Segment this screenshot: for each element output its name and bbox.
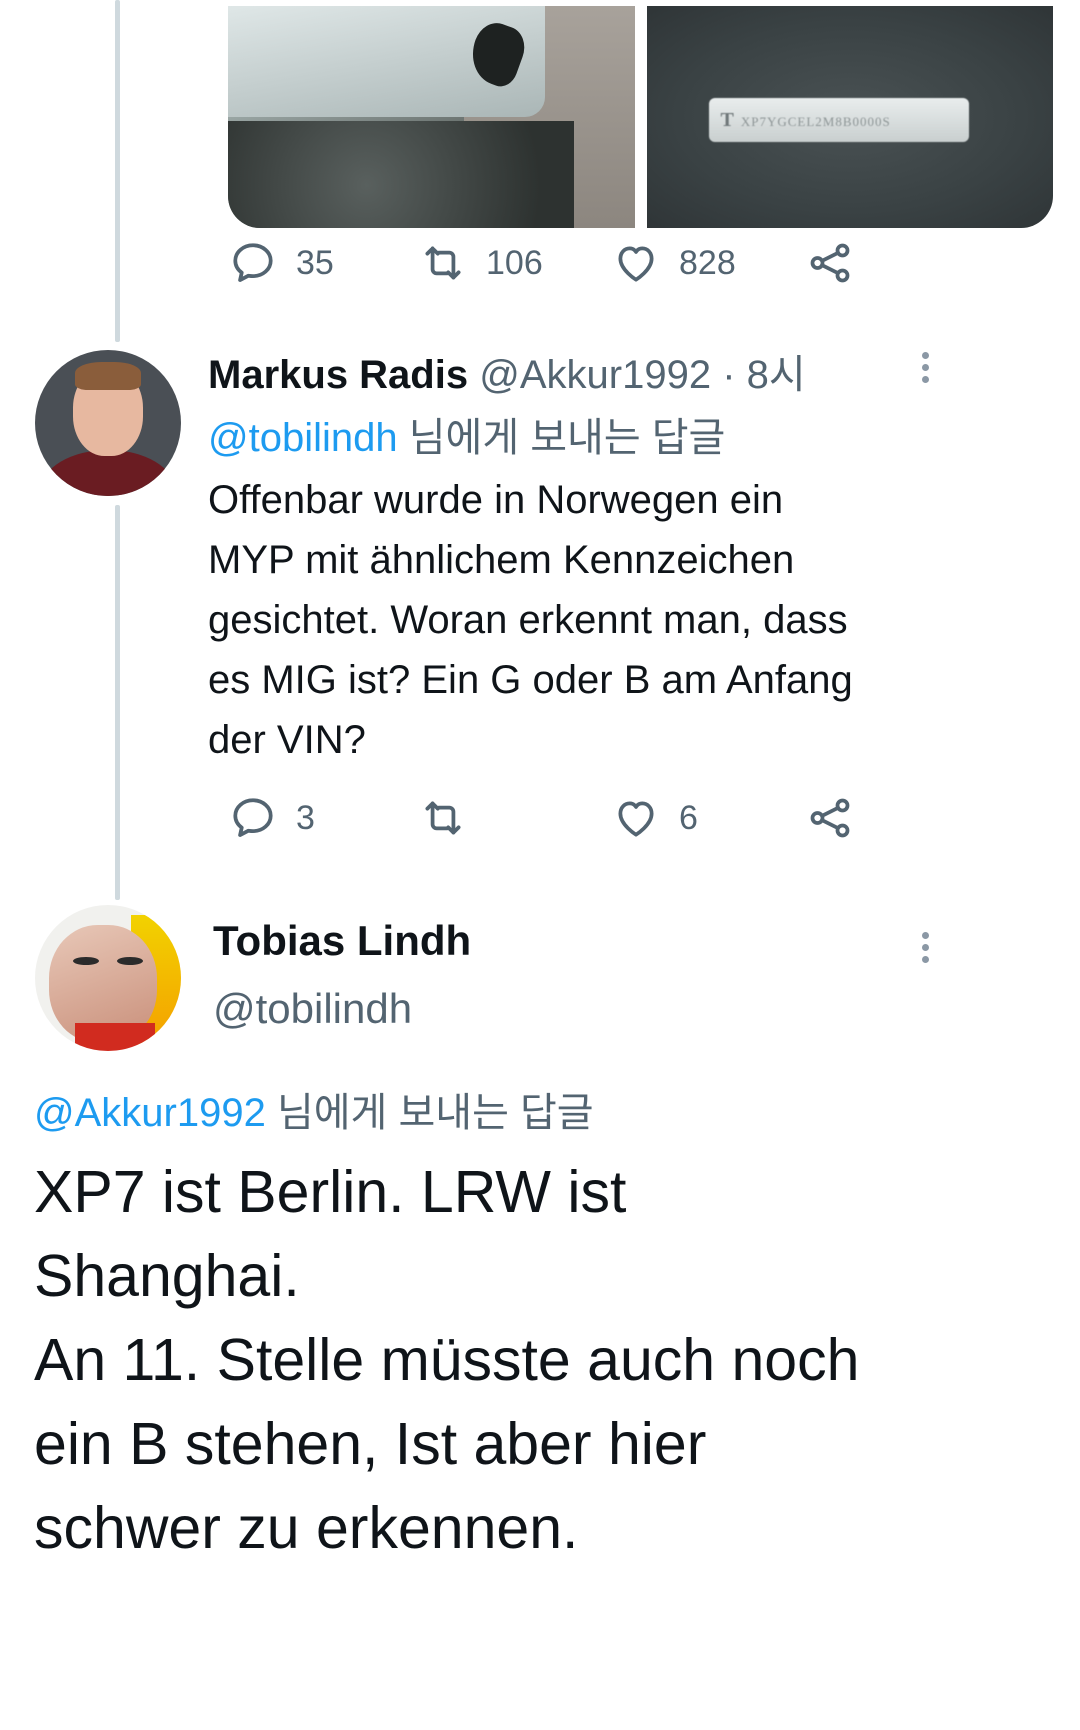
author-handle[interactable]: @Akkur1992 [479,353,711,397]
reply-count: 35 [296,243,334,282]
retweet-icon [425,801,461,835]
share-button[interactable] [805,793,855,843]
like-button[interactable]: 828 [611,238,736,288]
share-icon [810,798,850,838]
like-button[interactable]: 6 [611,793,698,843]
mention-link[interactable]: @Akkur1992 [34,1091,266,1135]
reply-icon [233,798,273,837]
more-options-button[interactable] [905,342,945,392]
media-grid: T XP7YGCEL2M8B0000S [228,6,1053,228]
retweet-button[interactable]: 106 [418,238,543,288]
avatar[interactable] [35,905,181,1051]
replying-to: @tobilindh 님에게 보내는 답글 [208,405,725,463]
more-options-button[interactable] [905,922,945,972]
reply-icon [233,243,273,282]
replying-to-suffix: 님에게 보내는 답글 [397,416,726,460]
reply-button[interactable]: 3 [228,793,315,843]
replying-to: @Akkur1992 님에게 보내는 답글 [34,1080,594,1138]
share-icon [810,243,850,283]
heart-icon [618,246,654,282]
retweet-count: 106 [486,243,543,282]
share-button[interactable] [805,238,855,288]
reply-count: 3 [296,798,315,837]
timestamp[interactable]: 8시 [747,353,806,397]
car-photo[interactable] [228,6,635,228]
tweet-text: Offenbar wurde in Norwegen ein MYP mit ä… [208,478,853,762]
vin-plate-photo[interactable]: T XP7YGCEL2M8B0000S [646,6,1053,228]
author-name[interactable]: Tobias Lindh [213,917,471,965]
like-count: 828 [679,243,736,282]
tweet-text: XP7 ist Berlin. LRW ist Shanghai. An 11.… [34,1159,860,1561]
thread-line-middle [115,505,120,900]
avatar[interactable] [35,350,181,496]
mention-link[interactable]: @tobilindh [208,416,398,460]
separator: · [722,353,736,397]
thread-line-top [115,0,120,342]
author-name[interactable]: Markus Radis [208,353,468,397]
vin-plate: T XP7YGCEL2M8B0000S [708,98,969,142]
like-count: 6 [679,798,698,837]
reply-button[interactable]: 35 [228,238,334,288]
author-handle[interactable]: @tobilindh [213,985,412,1033]
heart-icon [618,801,654,837]
retweet-icon [425,246,461,280]
replying-to-suffix: 님에게 보내는 답글 [265,1091,594,1135]
tweet-header: Markus Radis @Akkur1992 · 8시 [208,342,806,400]
retweet-button[interactable] [418,793,486,843]
